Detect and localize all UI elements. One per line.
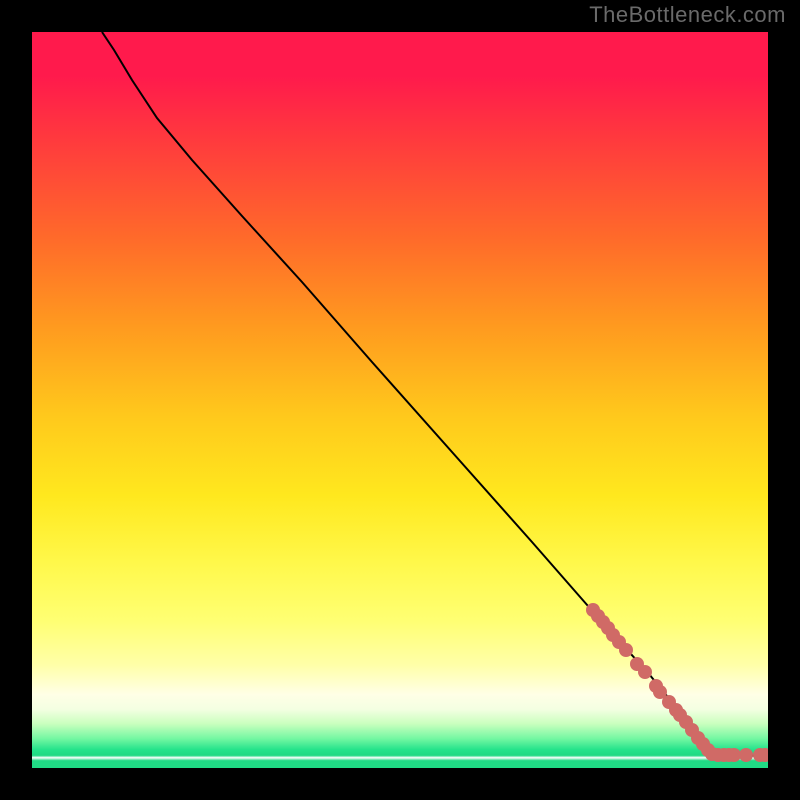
marker-group <box>586 603 768 762</box>
chart-overlay <box>32 32 768 768</box>
performance-curve <box>102 32 768 756</box>
chart-stage: TheBottleneck.com <box>0 0 800 800</box>
data-marker <box>619 643 633 657</box>
data-marker <box>727 748 741 762</box>
plot-area <box>32 32 768 768</box>
watermark-text: TheBottleneck.com <box>589 2 786 28</box>
data-marker <box>739 748 753 762</box>
data-marker <box>638 665 652 679</box>
